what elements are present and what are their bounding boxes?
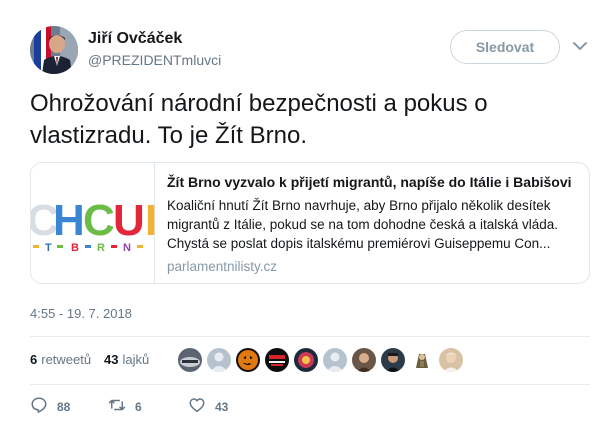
card-thumbnail[interactable]: C H C U I T B R N — [31, 163, 157, 283]
liker-avatar[interactable] — [178, 348, 202, 372]
svg-text:C: C — [83, 196, 115, 245]
liker-avatar[interactable] — [294, 348, 318, 372]
retweet-count: 6 — [135, 400, 142, 414]
reply-count: 88 — [57, 400, 71, 414]
liker-avatar[interactable] — [381, 348, 405, 372]
reply-button[interactable]: 88 — [30, 396, 70, 418]
retweets-stat-label: retweetů — [41, 352, 92, 367]
divider — [30, 336, 590, 337]
retweets-stat-count: 6 — [30, 352, 38, 367]
like-button[interactable]: 43 — [188, 396, 228, 418]
liker-avatar[interactable] — [207, 348, 231, 372]
svg-text:H: H — [53, 196, 85, 245]
like-count: 43 — [215, 400, 229, 414]
likes-stat-count: 43 — [104, 352, 119, 367]
likes-stat[interactable]: 43 lajků — [104, 352, 149, 367]
tweet-timestamp[interactable]: 4:55 - 19. 7. 2018 — [30, 306, 132, 321]
tweet-text: Ohrožování národní bezpečnosti a pokus o… — [30, 88, 590, 152]
heart-icon — [188, 396, 206, 419]
card-body: Žít Brno vyzvalo k přijetí migrantů, nap… — [167, 173, 579, 274]
liker-avatar[interactable] — [439, 348, 463, 372]
svg-text:U: U — [113, 196, 145, 245]
tweet-header: Jiří Ovčáček @PREZIDENTmluvci Sledovat — [30, 26, 600, 76]
card-description-line: Koaliční hnutí Žít Brno navrhuje, aby Br… — [167, 198, 551, 213]
liker-avatar[interactable] — [410, 348, 434, 372]
link-card[interactable]: C H C U I T B R N Žít Brno vyzvalo k při… — [30, 162, 590, 284]
retweet-button[interactable]: 6 — [108, 396, 142, 418]
svg-text:T: T — [45, 242, 52, 254]
retweets-stat[interactable]: 6 retweetů — [30, 352, 91, 367]
svg-text:B: B — [71, 242, 79, 254]
liker-avatar[interactable] — [236, 348, 260, 372]
follow-button[interactable]: Sledovat — [450, 30, 560, 64]
user-avatar[interactable] — [30, 26, 78, 74]
card-description: Koaliční hnutí Žít Brno navrhuje, aby Br… — [167, 196, 579, 253]
reply-icon — [30, 396, 48, 419]
retweet-icon — [108, 396, 126, 419]
tweet-text-line: Ohrožování národní bezpečnosti a pokus o — [30, 90, 488, 117]
tweet-stats: 6 retweetů 43 lajků — [30, 348, 590, 374]
liker-avatar[interactable] — [265, 348, 289, 372]
likes-stat-label: lajků — [122, 352, 150, 367]
svg-text:R: R — [97, 242, 105, 254]
liker-avatar[interactable] — [352, 348, 376, 372]
user-handle[interactable]: @PREZIDENTmluvci — [88, 52, 221, 68]
chevron-down-icon[interactable] — [570, 36, 590, 56]
liker-avatar[interactable] — [323, 348, 347, 372]
tweet-text-line: vlastizradu. To je Žít Brno. — [30, 122, 308, 149]
divider — [30, 384, 590, 385]
svg-text:I: I — [145, 196, 155, 245]
card-domain: parlamentnilisty.cz — [167, 259, 278, 274]
card-title[interactable]: Žít Brno vyzvalo k přijetí migrantů, nap… — [167, 173, 579, 192]
user-name[interactable]: Jiří Ovčáček — [88, 30, 182, 48]
tweet-actions: 88 6 43 — [30, 396, 330, 420]
card-description-line: migrantů z Itálie, pokud se na tom dohod… — [167, 217, 558, 232]
card-description-line: Chystá se poslat dopis italskému premiér… — [167, 236, 551, 251]
svg-text:N: N — [123, 242, 131, 254]
